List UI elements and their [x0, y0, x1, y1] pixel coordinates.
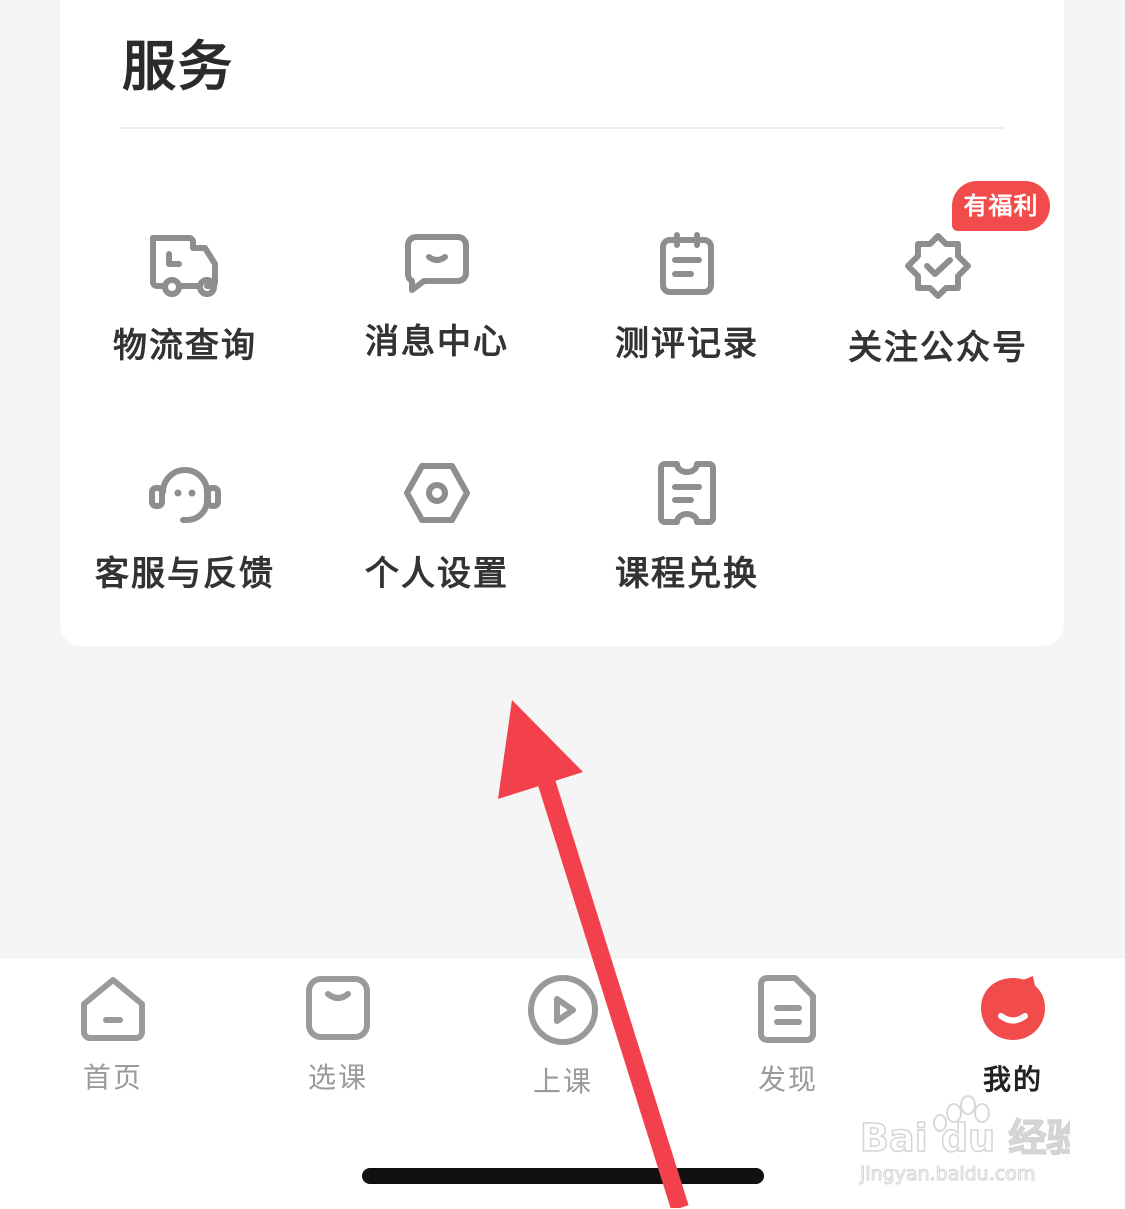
annotation-arrow: [498, 700, 689, 1208]
